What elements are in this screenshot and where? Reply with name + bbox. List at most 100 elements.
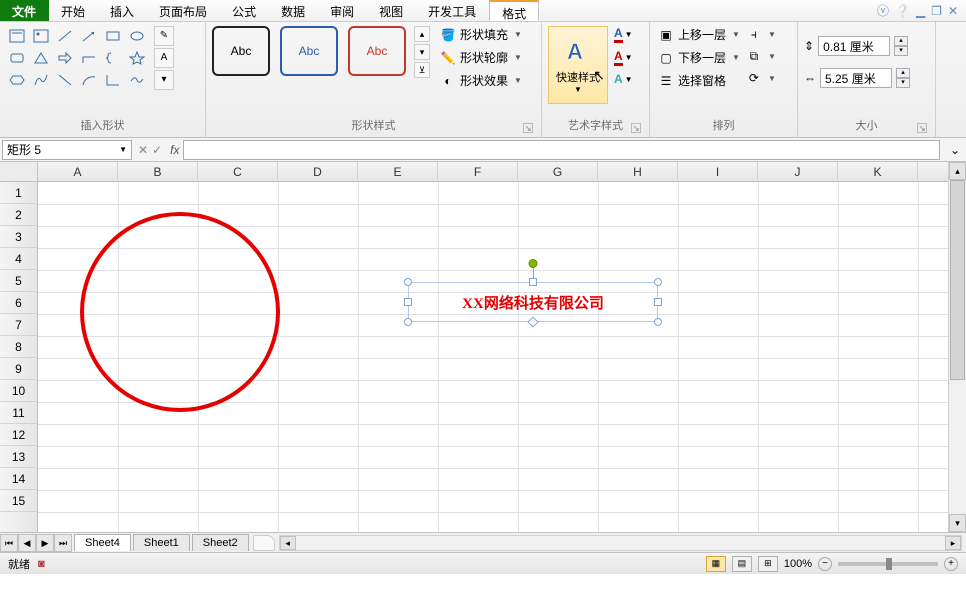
page-break-view-button[interactable]: ⊞ [758, 556, 778, 572]
row-header[interactable]: 9 [0, 358, 37, 380]
style-scroll-up[interactable]: ▴ [414, 26, 430, 42]
col-header[interactable]: A [38, 162, 118, 181]
tab-data[interactable]: 数据 [269, 0, 318, 21]
zoom-slider[interactable] [838, 562, 938, 566]
row-header[interactable]: 11 [0, 402, 37, 424]
tab-page-layout[interactable]: 页面布局 [147, 0, 220, 21]
style-scroll-down[interactable]: ▾ [414, 44, 430, 60]
tab-nav-last[interactable]: ⏭ [54, 534, 72, 552]
select-all-corner[interactable] [0, 162, 38, 182]
size-dialog-launcher[interactable]: ↘ [917, 123, 927, 133]
sheet-tab[interactable]: Sheet2 [192, 534, 249, 551]
col-header[interactable]: F [438, 162, 518, 181]
height-spin-up[interactable]: ▴ [894, 36, 908, 46]
textbox-shape-selected[interactable]: XX网络科技有限公司 [408, 282, 658, 322]
cell-grid[interactable]: XX网络科技有限公司 [38, 182, 948, 532]
col-header[interactable]: E [358, 162, 438, 181]
shape-brace-icon[interactable] [102, 48, 124, 68]
scroll-left-button[interactable]: ◂ [280, 536, 296, 550]
col-header[interactable]: B [118, 162, 198, 181]
shape-textbox-icon[interactable] [6, 26, 28, 46]
sheet-tab[interactable]: Sheet4 [74, 534, 131, 551]
tab-insert[interactable]: 插入 [98, 0, 147, 21]
resize-handle-s[interactable] [527, 316, 538, 327]
height-input[interactable] [818, 36, 890, 56]
shape-arrow-icon[interactable] [78, 26, 100, 46]
scroll-down-button[interactable]: ▾ [949, 514, 966, 532]
shape-right-arrow-icon[interactable] [54, 48, 76, 68]
send-backward-button[interactable]: ▢下移一层▼ [658, 49, 740, 66]
macro-record-icon[interactable]: ◙ [38, 558, 45, 570]
resize-handle-se[interactable] [654, 318, 662, 326]
zoom-level[interactable]: 100% [784, 558, 812, 570]
window-close-icon[interactable]: ✕ [948, 4, 958, 18]
tab-nav-first[interactable]: ⏮ [0, 534, 18, 552]
selection-pane-button[interactable]: ☰选择窗格 [658, 72, 740, 89]
row-header[interactable]: 15 [0, 490, 37, 512]
shape-rect-icon[interactable] [102, 26, 124, 46]
enter-formula-icon[interactable]: ✓ [152, 143, 162, 157]
shape-picture-icon[interactable] [30, 26, 52, 46]
resize-handle-w[interactable] [404, 298, 412, 306]
formula-input[interactable] [183, 140, 939, 160]
shape-style-gallery[interactable]: Abc Abc Abc [212, 26, 406, 76]
row-header[interactable]: 7 [0, 314, 37, 336]
window-restore-icon[interactable]: ❐ [931, 4, 942, 18]
resize-handle-nw[interactable] [404, 278, 412, 286]
col-header[interactable]: G [518, 162, 598, 181]
shape-freeform-icon[interactable] [126, 70, 148, 90]
shape-gallery[interactable] [6, 26, 148, 90]
shape-effects-button[interactable]: ◐形状效果▼ [440, 72, 522, 89]
text-effects-button[interactable]: A▼ [614, 72, 633, 86]
col-header[interactable]: K [838, 162, 918, 181]
window-minimize-icon[interactable]: ▁ [916, 4, 925, 18]
vscroll-thumb[interactable] [950, 180, 965, 380]
gallery-more-icon[interactable]: ▾ [154, 70, 174, 90]
edit-shape-icon[interactable]: ✎ [154, 26, 174, 46]
zoom-in-button[interactable]: + [944, 557, 958, 571]
normal-view-button[interactable]: ▦ [706, 556, 726, 572]
wordart-dialog-launcher[interactable]: ↘ [631, 123, 641, 133]
horizontal-scrollbar[interactable]: ◂ ▸ [279, 535, 962, 551]
width-input[interactable] [820, 68, 892, 88]
row-header[interactable]: 8 [0, 336, 37, 358]
row-header[interactable]: 4 [0, 248, 37, 270]
row-header[interactable]: 14 [0, 468, 37, 490]
new-sheet-button[interactable] [253, 535, 275, 551]
style-swatch-2[interactable]: Abc [280, 26, 338, 76]
row-header[interactable]: 12 [0, 424, 37, 446]
height-spin-down[interactable]: ▾ [894, 46, 908, 56]
align-button[interactable]: ⫞▼ [746, 26, 776, 42]
vertical-scrollbar[interactable]: ▴ ▾ [948, 162, 966, 532]
shape-connector-icon[interactable] [54, 70, 76, 90]
col-header[interactable]: J [758, 162, 838, 181]
bring-forward-button[interactable]: ▣上移一层▼ [658, 26, 740, 43]
cancel-formula-icon[interactable]: ✕ [138, 143, 148, 157]
resize-handle-e[interactable] [654, 298, 662, 306]
tab-review[interactable]: 审阅 [318, 0, 367, 21]
tab-developer[interactable]: 开发工具 [416, 0, 489, 21]
shape-oval-icon[interactable] [126, 26, 148, 46]
row-header[interactable]: 1 [0, 182, 37, 204]
name-box[interactable]: 矩形 5▼ [2, 140, 132, 160]
quick-styles-button[interactable]: A 快速样式 ▼ ↖ [548, 26, 608, 104]
tab-file[interactable]: 文件 [0, 0, 49, 21]
shape-roundrect-icon[interactable] [6, 48, 28, 68]
shape-angle-icon[interactable] [102, 70, 124, 90]
page-layout-view-button[interactable]: ▤ [732, 556, 752, 572]
circle-shape[interactable] [80, 212, 280, 412]
zoom-slider-thumb[interactable] [886, 558, 892, 570]
rotate-button[interactable]: ⟳▼ [746, 70, 776, 86]
tab-nav-prev[interactable]: ◀ [18, 534, 36, 552]
row-header[interactable]: 5 [0, 270, 37, 292]
shape-curve-icon[interactable] [30, 70, 52, 90]
shape-hexagon-icon[interactable] [6, 70, 28, 90]
row-header[interactable]: 10 [0, 380, 37, 402]
shape-line-icon[interactable] [54, 26, 76, 46]
shape-outline-button[interactable]: ✏️形状轮廓▼ [440, 49, 522, 66]
scroll-up-button[interactable]: ▴ [949, 162, 966, 180]
shape-elbow-icon[interactable] [78, 48, 100, 68]
row-header[interactable]: 13 [0, 446, 37, 468]
sheet-tab[interactable]: Sheet1 [133, 534, 190, 551]
fx-icon[interactable]: fx [170, 143, 179, 157]
